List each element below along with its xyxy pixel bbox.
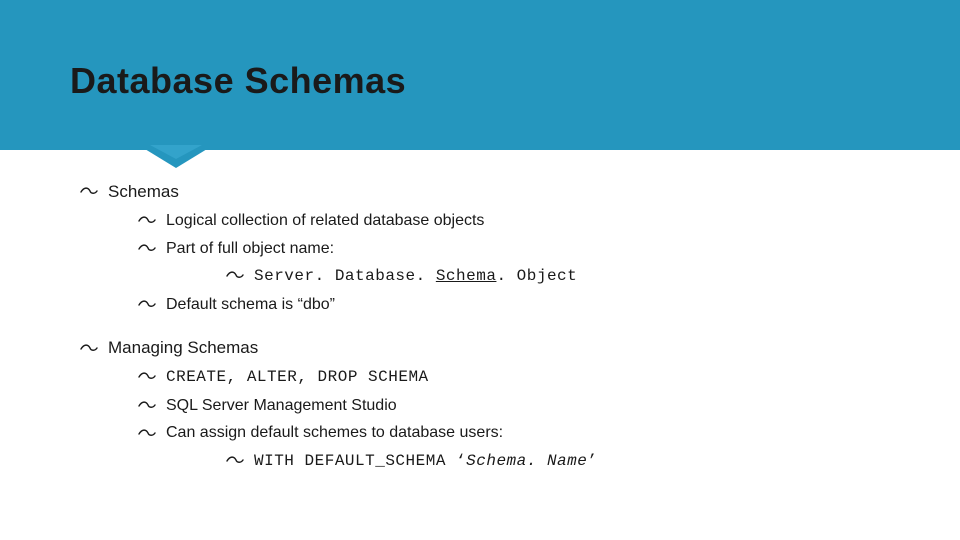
code-schema-name: Schema. Name: [466, 452, 587, 470]
code-post: . Object: [496, 267, 577, 285]
bullet-object-name-example: Server. Database. Schema. Object: [226, 265, 960, 288]
slide-title: Database Schemas: [0, 0, 960, 102]
bullet-schemas: Schemas Logical collection of related da…: [80, 181, 960, 315]
bullet-default-dbo: Default schema is “dbo”: [138, 294, 960, 316]
bullet-with-default-schema: WITH DEFAULT_SCHEMA ‘Schema. Name’: [226, 450, 960, 473]
bullet-text: Managing Schemas: [108, 338, 258, 357]
bullet-text: Default schema is “dbo”: [166, 296, 335, 313]
code-schema: Schema: [436, 267, 497, 285]
bullet-text: Can assign default schemes to database u…: [166, 424, 503, 441]
bullet-ssms: SQL Server Management Studio: [138, 395, 960, 417]
code-ddl: CREATE, ALTER, DROP SCHEMA: [166, 368, 429, 386]
bullet-assign-default: Can assign default schemes to database u…: [138, 422, 960, 472]
bullet-create-alter-drop: CREATE, ALTER, DROP SCHEMA: [138, 366, 960, 389]
bullet-logical-collection: Logical collection of related database o…: [138, 210, 960, 232]
header-notch-inner: [150, 145, 202, 159]
bullet-text: SQL Server Management Studio: [166, 397, 397, 414]
bullet-text: Schemas: [108, 182, 179, 201]
code-with-default: WITH DEFAULT_SCHEMA ‘Schema. Name’: [254, 452, 597, 470]
code-pre: WITH DEFAULT_SCHEMA ‘: [254, 452, 466, 470]
slide-body: Schemas Logical collection of related da…: [0, 150, 960, 473]
bullet-text: Part of full object name:: [166, 240, 334, 257]
slide-header: Database Schemas: [0, 0, 960, 150]
code-object-name: Server. Database. Schema. Object: [254, 267, 577, 285]
bullet-part-of-name: Part of full object name: Server. Databa…: [138, 238, 960, 288]
code-pre: Server. Database.: [254, 267, 436, 285]
bullet-text: Logical collection of related database o…: [166, 212, 484, 229]
code-post: ’: [587, 452, 597, 470]
bullet-managing-schemas: Managing Schemas CREATE, ALTER, DROP SCH…: [80, 337, 960, 472]
